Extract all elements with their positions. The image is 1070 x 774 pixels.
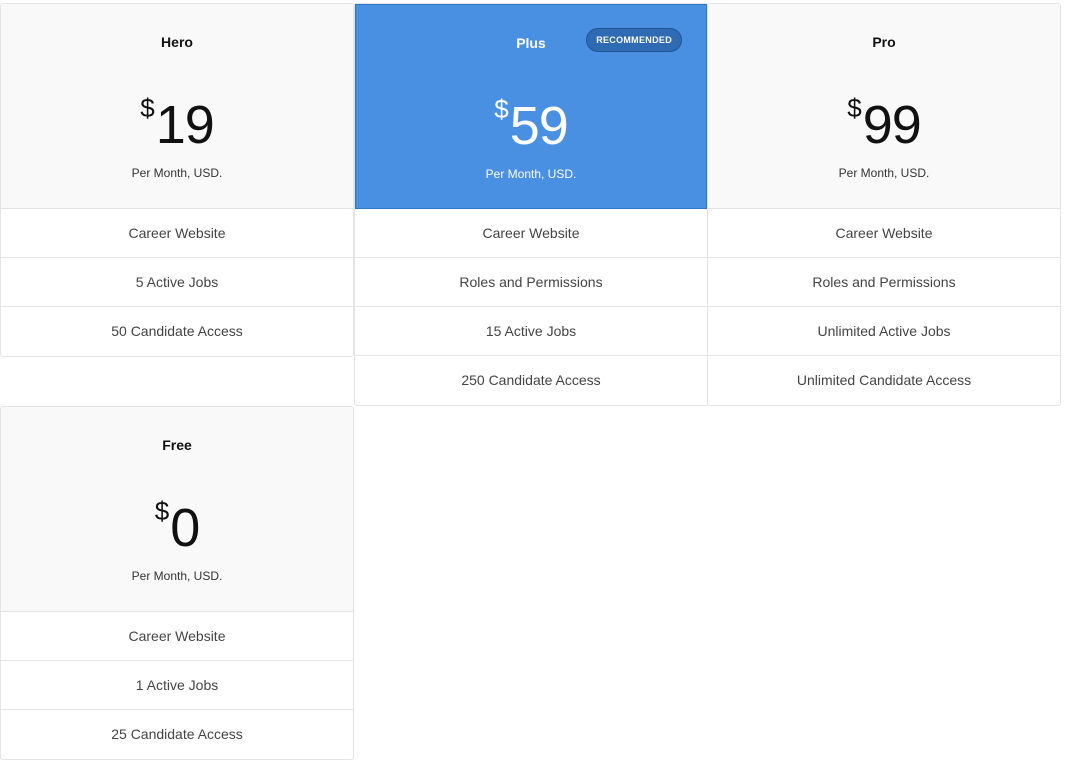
- plan-header: Free $0 Per Month, USD.: [1, 407, 353, 612]
- feature-item: 1 Active Jobs: [1, 661, 353, 710]
- plan-name: Free: [162, 437, 192, 453]
- feature-list: Career Website 5 Active Jobs 50 Candidat…: [1, 209, 353, 356]
- plan-header: Plus RECOMMENDED $59 Per Month, USD.: [355, 4, 707, 209]
- currency-symbol: $: [847, 93, 862, 123]
- feature-item: 50 Candidate Access: [111, 323, 243, 339]
- feature-item: 25 Candidate Access: [111, 726, 243, 742]
- feature-list: Career Website Roles and Permissions Unl…: [708, 209, 1060, 405]
- currency-symbol: $: [494, 94, 509, 124]
- feature-item: Career Website: [1, 612, 353, 661]
- feature-list: Career Website 1 Active Jobs 25 Candidat…: [1, 612, 353, 759]
- price-amount: 99: [862, 95, 922, 155]
- feature-item: 15 Active Jobs: [355, 307, 707, 356]
- plan-price: $59: [356, 77, 706, 158]
- feature-item: Roles and Permissions: [355, 258, 707, 307]
- plan-name: Pro: [872, 34, 896, 50]
- plan-card-pro[interactable]: Pro $99 Per Month, USD. Career Website R…: [707, 3, 1061, 406]
- plan-card-free[interactable]: Free $0 Per Month, USD. Career Website 1…: [0, 406, 354, 760]
- recommended-badge: RECOMMENDED: [586, 28, 682, 52]
- plan-card-plus[interactable]: Plus RECOMMENDED $59 Per Month, USD. Car…: [354, 3, 708, 406]
- feature-item: Unlimited Active Jobs: [708, 307, 1060, 356]
- feature-list: Career Website Roles and Permissions 15 …: [355, 209, 707, 405]
- currency-symbol: $: [154, 496, 170, 526]
- plan-header: Hero $19 Per Month, USD.: [1, 4, 353, 209]
- feature-item: 250 Candidate Access: [461, 372, 601, 388]
- feature-item: Career Website: [355, 209, 707, 258]
- plan-card-hero[interactable]: Hero $19 Per Month, USD. Career Website …: [0, 3, 354, 357]
- price-amount: 0: [170, 498, 200, 558]
- billing-period: Per Month, USD.: [838, 166, 930, 180]
- plan-price: $0: [1, 479, 353, 560]
- plan-price: $19: [1, 76, 353, 157]
- billing-period: Per Month, USD.: [485, 167, 577, 181]
- feature-item: Career Website: [1, 209, 353, 258]
- plan-price: $99: [708, 76, 1060, 157]
- plan-header: Pro $99 Per Month, USD.: [708, 4, 1060, 209]
- feature-item: Unlimited Candidate Access: [796, 372, 972, 388]
- price-amount: 59: [509, 96, 569, 156]
- currency-symbol: $: [140, 93, 155, 123]
- feature-item: Roles and Permissions: [708, 258, 1060, 307]
- billing-period: Per Month, USD.: [131, 569, 223, 583]
- feature-item: Career Website: [708, 209, 1060, 258]
- price-amount: 19: [155, 95, 215, 155]
- plan-name: Hero: [161, 34, 193, 50]
- feature-item: 5 Active Jobs: [1, 258, 353, 307]
- billing-period: Per Month, USD.: [131, 166, 223, 180]
